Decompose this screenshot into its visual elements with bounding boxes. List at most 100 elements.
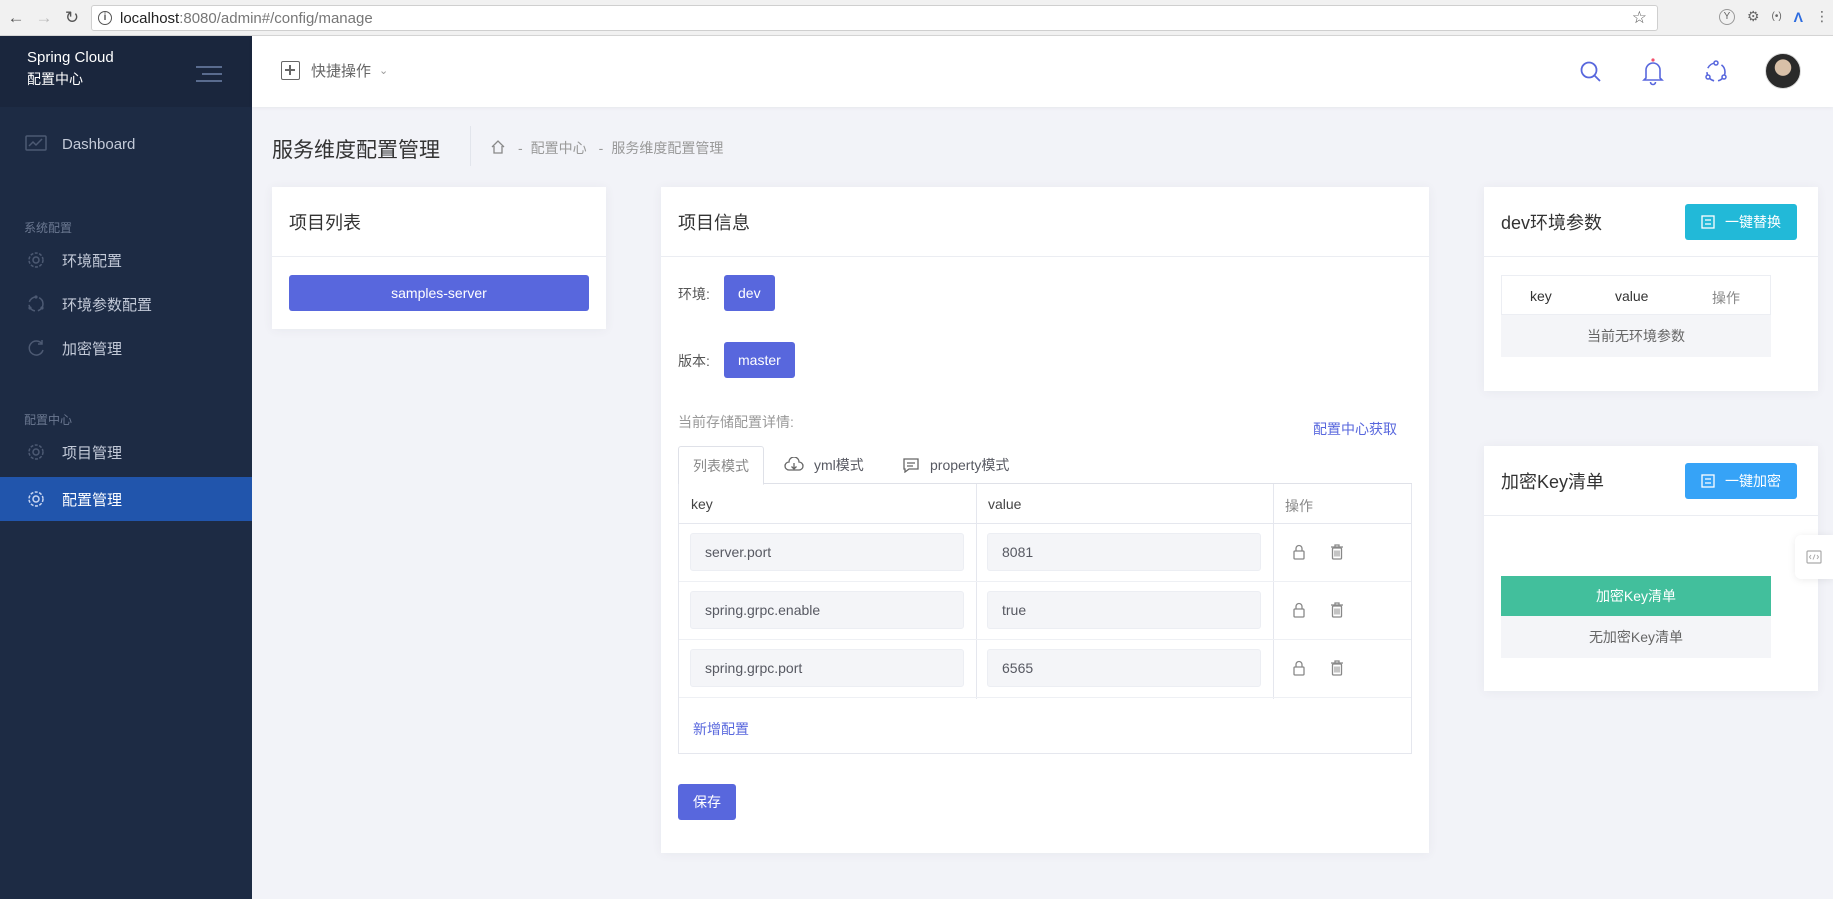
sidebar-item-label: 加密管理 — [62, 340, 123, 358]
extension-icon[interactable]: (•) — [1771, 11, 1781, 22]
code-tool-icon[interactable] — [1795, 535, 1833, 579]
env-params-table: key value 操作 当前无环境参数 — [1501, 275, 1771, 357]
lock-icon[interactable] — [1291, 602, 1307, 618]
card-title: dev环境参数 — [1501, 212, 1603, 233]
env-button[interactable]: dev — [724, 275, 775, 311]
env-label: 环境: — [678, 286, 710, 302]
key-input[interactable]: spring.grpc.port — [690, 649, 964, 687]
sidebar-item-env-params[interactable]: 环境参数配置 — [0, 282, 252, 326]
forward-icon[interactable]: → — [32, 6, 56, 30]
extension-icon[interactable]: ⚙ — [1747, 8, 1760, 25]
brand-title: Spring Cloud — [27, 49, 114, 66]
table-row: spring.grpc.enable true — [679, 582, 1411, 640]
refresh-icon — [24, 336, 48, 360]
breadcrumb-separator: - — [518, 140, 523, 156]
lock-icon[interactable] — [1291, 544, 1307, 560]
trash-icon[interactable] — [1329, 602, 1345, 618]
sidebar-item-project-manage[interactable]: 项目管理 — [0, 430, 252, 474]
mode-tabs: 列表模式 yml模式 property模式 — [678, 446, 1412, 485]
menu-toggle-icon[interactable] — [196, 66, 222, 87]
sidebar-item-label: 配置管理 — [62, 491, 123, 509]
add-config-link[interactable]: 新增配置 — [693, 719, 749, 739]
env-params-card: dev环境参数 一键替换 key value 操作 当前无环境参数 — [1484, 187, 1818, 391]
storage-label: 当前存储配置详情: — [678, 414, 794, 430]
comment-icon — [903, 458, 919, 473]
column-header-actions: 操作 — [1285, 498, 1313, 514]
card-header: dev环境参数 一键替换 — [1484, 187, 1818, 257]
version-button[interactable]: master — [724, 342, 795, 378]
sidebar-section-title: 系统配置 — [24, 221, 73, 235]
page-title: 服务维度配置管理 — [272, 139, 440, 162]
address-bar[interactable]: i localhost:8080/admin#/config/manage ☆ — [91, 5, 1658, 31]
search-icon[interactable] — [1577, 58, 1605, 86]
bell-icon[interactable] — [1639, 58, 1667, 86]
sidebar-item-env-config[interactable]: 环境配置 — [0, 238, 252, 282]
divider — [470, 126, 471, 166]
column-header-value: value — [988, 496, 1022, 512]
sidebar-item-encrypt[interactable]: 加密管理 — [0, 326, 252, 370]
sync-icon[interactable] — [1702, 58, 1730, 86]
key-input[interactable]: spring.grpc.enable — [690, 591, 964, 629]
fetch-from-config-center-link[interactable]: 配置中心获取 — [1313, 419, 1397, 439]
card-title: 项目信息 — [661, 187, 1429, 257]
version-label: 版本: — [678, 353, 710, 369]
tab-property-mode[interactable]: property模式 — [888, 446, 1023, 484]
breadcrumb-item[interactable]: 配置中心 — [531, 138, 587, 158]
key-input[interactable]: server.port — [690, 533, 964, 571]
button-label: 一键加密 — [1725, 473, 1781, 489]
site-info-icon[interactable]: i — [98, 11, 112, 25]
quick-actions-dropdown[interactable]: 快捷操作 ⌄ — [281, 60, 388, 81]
dashboard-icon — [24, 132, 48, 156]
trash-icon[interactable] — [1329, 660, 1345, 676]
encrypt-icon — [1701, 474, 1715, 488]
cloud-download-icon — [784, 457, 804, 471]
extension-icons: Y ⚙ (•) Λ ⋮ — [1718, 8, 1829, 25]
value-input[interactable]: 6565 — [987, 649, 1261, 687]
extension-icon[interactable]: Y — [1718, 8, 1735, 25]
home-icon[interactable] — [490, 139, 506, 158]
replace-all-button[interactable]: 一键替换 — [1685, 204, 1797, 240]
empty-state: 当前无环境参数 — [1501, 315, 1771, 357]
gear-icon — [24, 248, 48, 272]
sidebar-item-label: 环境参数配置 — [62, 296, 153, 314]
add-square-icon — [281, 61, 300, 80]
list-header: 加密Key清单 — [1501, 576, 1771, 616]
sidebar-item-dashboard[interactable]: Dashboard — [0, 122, 252, 166]
project-item-button[interactable]: samples-server — [289, 275, 589, 311]
trash-icon[interactable] — [1329, 544, 1345, 560]
extension-icon[interactable]: Λ — [1794, 9, 1803, 25]
card-title: 加密Key清单 — [1501, 471, 1605, 492]
encrypt-keys-card: 加密Key清单 一键加密 加密Key清单 无加密Key清单 — [1484, 446, 1818, 691]
value-input[interactable]: 8081 — [987, 533, 1261, 571]
tab-list-mode[interactable]: 列表模式 — [678, 446, 764, 485]
tab-label: yml模式 — [814, 457, 864, 473]
card-header: 加密Key清单 一键加密 — [1484, 446, 1818, 516]
save-button[interactable]: 保存 — [678, 784, 736, 820]
column-header-actions: 操作 — [1712, 290, 1740, 306]
back-icon[interactable]: ← — [4, 6, 28, 30]
breadcrumb-separator: - — [598, 140, 604, 156]
card-title: 项目列表 — [272, 187, 606, 257]
column-header-key: key — [691, 496, 713, 512]
browser-toolbar: ← → ↻ i localhost:8080/admin#/config/man… — [0, 0, 1833, 36]
encrypt-all-button[interactable]: 一键加密 — [1685, 463, 1797, 499]
breadcrumb-item[interactable]: 服务维度配置管理 — [611, 138, 723, 158]
bookmark-star-icon[interactable]: ☆ — [1632, 8, 1647, 28]
breadcrumb: - 配置中心 - 服务维度配置管理 — [490, 138, 723, 158]
table-header: key value 操作 — [1501, 275, 1771, 315]
user-avatar[interactable] — [1765, 53, 1801, 89]
tab-yml-mode[interactable]: yml模式 — [770, 446, 878, 484]
table-header: key value 操作 — [679, 484, 1411, 524]
gear-icon — [24, 440, 48, 464]
browser-menu-icon[interactable]: ⋮ — [1815, 8, 1829, 25]
value-input[interactable]: true — [987, 591, 1261, 629]
sidebar-item-label: 项目管理 — [62, 444, 123, 462]
lock-icon[interactable] — [1291, 660, 1307, 676]
sidebar-item-label: Dashboard — [62, 135, 136, 153]
cycle-icon — [24, 292, 48, 316]
reload-icon[interactable]: ↻ — [60, 6, 84, 30]
table-row: spring.grpc.port 6565 — [679, 640, 1411, 698]
sidebar-item-config-manage[interactable]: 配置管理 — [0, 477, 252, 521]
tab-label: 列表模式 — [693, 457, 749, 474]
button-label: 一键替换 — [1725, 214, 1781, 230]
